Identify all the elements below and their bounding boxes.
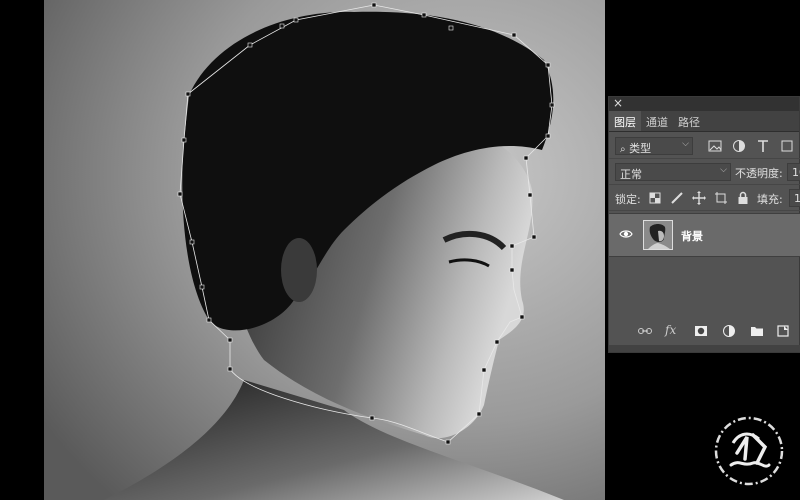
filter-type-select[interactable]: ⌕ 类型 ⌵ bbox=[615, 137, 693, 155]
tab-layers[interactable]: 图层 bbox=[609, 111, 641, 131]
layer-thumbnail[interactable] bbox=[643, 220, 673, 250]
layers-bottom-toolbar: fx bbox=[609, 321, 800, 341]
eye-visibility-icon[interactable] bbox=[619, 227, 633, 241]
chevron-down-icon: ⌵ bbox=[682, 139, 689, 149]
layer-name[interactable]: 背景 bbox=[681, 228, 703, 244]
adjustment-filter-icon[interactable] bbox=[731, 138, 747, 154]
blend-row: 正常 ⌵ 不透明度: 10 bbox=[609, 159, 800, 185]
fill-input[interactable]: 10 bbox=[789, 189, 800, 207]
shape-filter-icon[interactable] bbox=[779, 138, 795, 154]
filter-row: ⌕ 类型 ⌵ bbox=[609, 133, 800, 159]
mask-icon[interactable] bbox=[693, 323, 709, 339]
adjustment-icon[interactable] bbox=[721, 323, 737, 339]
tab-channels[interactable]: 通道 bbox=[641, 111, 673, 131]
search-icon: ⌕ bbox=[620, 144, 626, 155]
blend-mode-value: 正常 bbox=[620, 168, 642, 181]
lock-transparent-pixels-icon[interactable] bbox=[647, 190, 663, 206]
link-icon[interactable] bbox=[637, 323, 653, 339]
lock-image-pixels-icon[interactable] bbox=[669, 190, 685, 206]
type-filter-icon[interactable] bbox=[755, 138, 771, 154]
image-filter-icon[interactable] bbox=[707, 138, 723, 154]
tab-paths[interactable]: 路径 bbox=[673, 111, 705, 131]
filter-type-value: 类型 bbox=[629, 142, 652, 155]
opacity-label: 不透明度: bbox=[735, 167, 783, 180]
panel-bottom-edge bbox=[609, 345, 800, 352]
blend-mode-select[interactable]: 正常 ⌵ bbox=[615, 163, 731, 181]
lock-artboard-icon[interactable] bbox=[713, 190, 729, 206]
new-layer-icon[interactable] bbox=[775, 323, 791, 339]
fx-icon[interactable]: fx bbox=[665, 323, 681, 339]
fill-label: 填充: bbox=[757, 193, 783, 206]
folder-icon[interactable] bbox=[749, 323, 765, 339]
opacity-input[interactable]: 10 bbox=[787, 163, 800, 181]
watermark-logo bbox=[714, 416, 784, 486]
lock-row: 锁定: 填充: 10 bbox=[609, 185, 800, 211]
close-icon[interactable]: × bbox=[613, 96, 623, 110]
portrait-photo[interactable] bbox=[44, 0, 605, 500]
layers-panel: × 图层 通道 路径 ⌕ 类型 ⌵ 正常 ⌵ 不透明度: 10 锁定: 填充: … bbox=[608, 96, 800, 353]
layer-row-background[interactable]: 背景 bbox=[609, 213, 800, 257]
panel-tabs: 图层 通道 路径 bbox=[609, 111, 799, 132]
chevron-down-icon: ⌵ bbox=[720, 165, 727, 175]
lock-position-icon[interactable] bbox=[691, 190, 707, 206]
lock-all-icon[interactable] bbox=[735, 190, 751, 206]
lock-label: 锁定: bbox=[615, 193, 641, 206]
panel-titlebar[interactable]: × bbox=[609, 96, 799, 111]
